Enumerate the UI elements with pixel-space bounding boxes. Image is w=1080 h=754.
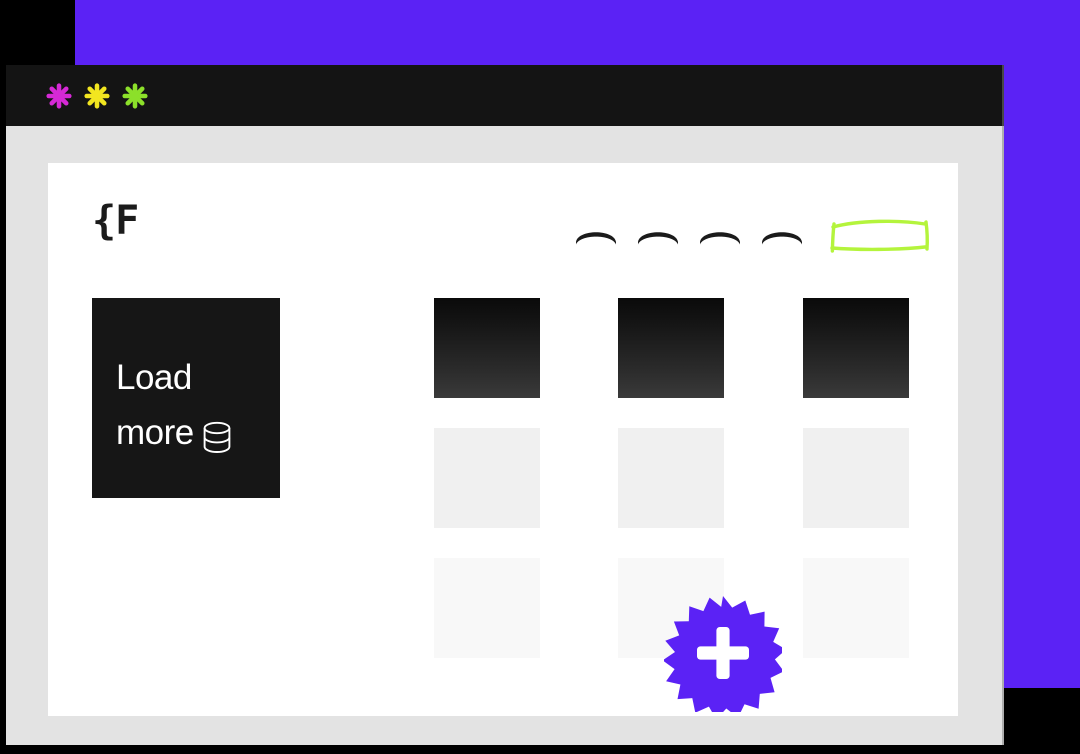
asterisk-magenta-icon[interactable] (46, 82, 72, 109)
content-panel: {F Load more (48, 163, 958, 716)
card-item[interactable] (803, 298, 909, 398)
card-item[interactable] (803, 428, 909, 528)
window-right-edge (1002, 65, 1004, 745)
main-nav (558, 219, 958, 265)
asterisk-green-icon[interactable] (122, 82, 148, 109)
window-body: {F Load more (6, 126, 1004, 745)
nav-item-2[interactable] (636, 223, 680, 245)
card-item[interactable] (434, 428, 540, 528)
card-item[interactable] (803, 558, 909, 658)
screenshot-stage: {F Load more (0, 0, 1080, 754)
database-icon (202, 416, 232, 453)
add-button[interactable] (664, 594, 782, 712)
brand-logo[interactable]: {F (92, 201, 139, 241)
nav-item-3[interactable] (698, 223, 742, 245)
nav-item-highlighted[interactable] (828, 211, 932, 259)
load-more-button[interactable]: Load more (92, 298, 280, 498)
asterisk-yellow-icon[interactable] (84, 82, 110, 109)
card-item[interactable] (434, 558, 540, 658)
browser-window: {F Load more (6, 65, 1004, 745)
load-more-label-line1: Load (116, 358, 192, 397)
titlebar-dots (46, 65, 148, 126)
app-header: {F (48, 163, 958, 298)
load-more-label-line2: more (116, 413, 194, 452)
card-item[interactable] (618, 428, 724, 528)
nav-item-4[interactable] (760, 223, 804, 245)
nav-item-1[interactable] (574, 223, 618, 245)
card-item[interactable] (618, 298, 724, 398)
main-content: Load more (48, 298, 958, 716)
card-grid (434, 298, 958, 716)
card-item[interactable] (434, 298, 540, 398)
window-titlebar (6, 65, 1004, 126)
load-more-label-line2-row: more (116, 405, 256, 460)
